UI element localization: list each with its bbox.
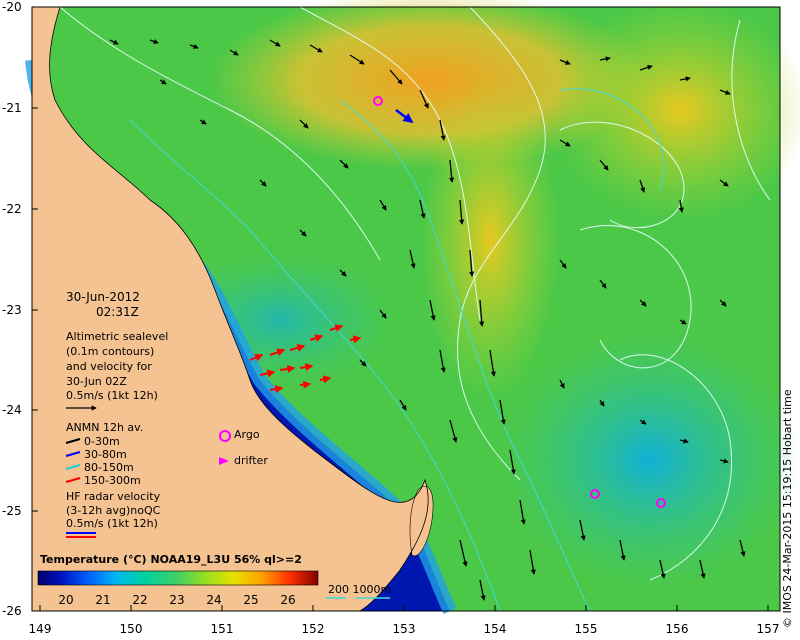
x-tick-label: 156 (665, 622, 689, 636)
y-tick-label: -24 (2, 403, 22, 417)
hf-legend-line: (3-12h avg)noQC (66, 504, 161, 517)
map-date: 30-Jun-2012 (66, 290, 140, 304)
colorbar-title: Temperature (°C) NOAA19_L3U 56% ql>=2 (40, 553, 302, 566)
warm-ne-patch (550, 0, 800, 220)
colorbar-label: 20 (58, 593, 74, 607)
argo-legend-label: Argo (234, 428, 260, 441)
x-tick-label: 149 (28, 622, 52, 636)
hf-scale-label: 0.5m/s (1kt 12h) (66, 517, 158, 530)
y-tick-label: -26 (2, 604, 22, 618)
anmn-legend-item: 0-30m (84, 435, 120, 448)
altimetry-legend-line: (0.1m contours) (66, 345, 155, 358)
colorbar-label: 26 (280, 593, 296, 607)
altimetry-legend-line: and velocity for (66, 360, 152, 373)
x-tick-label: 153 (392, 622, 416, 636)
x-tick-label: 150 (119, 622, 143, 636)
bathymetry-legend-label: 200 1000m (328, 583, 392, 596)
y-tick-label: -25 (2, 504, 22, 518)
x-tick-label: 151 (210, 622, 234, 636)
colorbar-label: 24 (206, 593, 222, 607)
x-tick-label: 157 (756, 622, 780, 636)
anmn-legend-item: 80-150m (84, 461, 134, 474)
altimetry-scale-label: 0.5m/s (1kt 12h) (66, 389, 158, 402)
drifter-legend-label: drifter (234, 454, 268, 467)
imos-credit: © IMOS 24-Mar-2015 15:19:15 Hobart time (781, 389, 794, 628)
hf-legend-line: HF radar velocity (66, 490, 161, 503)
anmn-legend-item: 150-300m (84, 474, 141, 487)
cool-se-patch (500, 330, 800, 590)
altimetry-legend-line: Altimetric sealevel (66, 330, 169, 343)
y-tick-label: -20 (2, 0, 22, 14)
colorbar (37, 570, 319, 586)
colorbar-label: 22 (132, 593, 148, 607)
anmn-legend-item: 30-80m (84, 448, 127, 461)
y-tick-label: -22 (2, 202, 22, 216)
anmn-legend-title: ANMN 12h av. (66, 421, 144, 434)
x-tick-label: 155 (574, 622, 598, 636)
colorbar-label: 25 (243, 593, 259, 607)
x-tick-label: 152 (301, 622, 325, 636)
y-tick-label: -21 (2, 101, 22, 115)
colorbar-label: 23 (169, 593, 185, 607)
y-tick-label: -23 (2, 303, 22, 317)
x-tick-label: 154 (483, 622, 507, 636)
map-time: 02:31Z (96, 305, 139, 319)
sst-map (25, 0, 800, 615)
altimetry-legend-line: 30-Jun 02Z (66, 375, 127, 388)
colorbar-label: 21 (95, 593, 111, 607)
